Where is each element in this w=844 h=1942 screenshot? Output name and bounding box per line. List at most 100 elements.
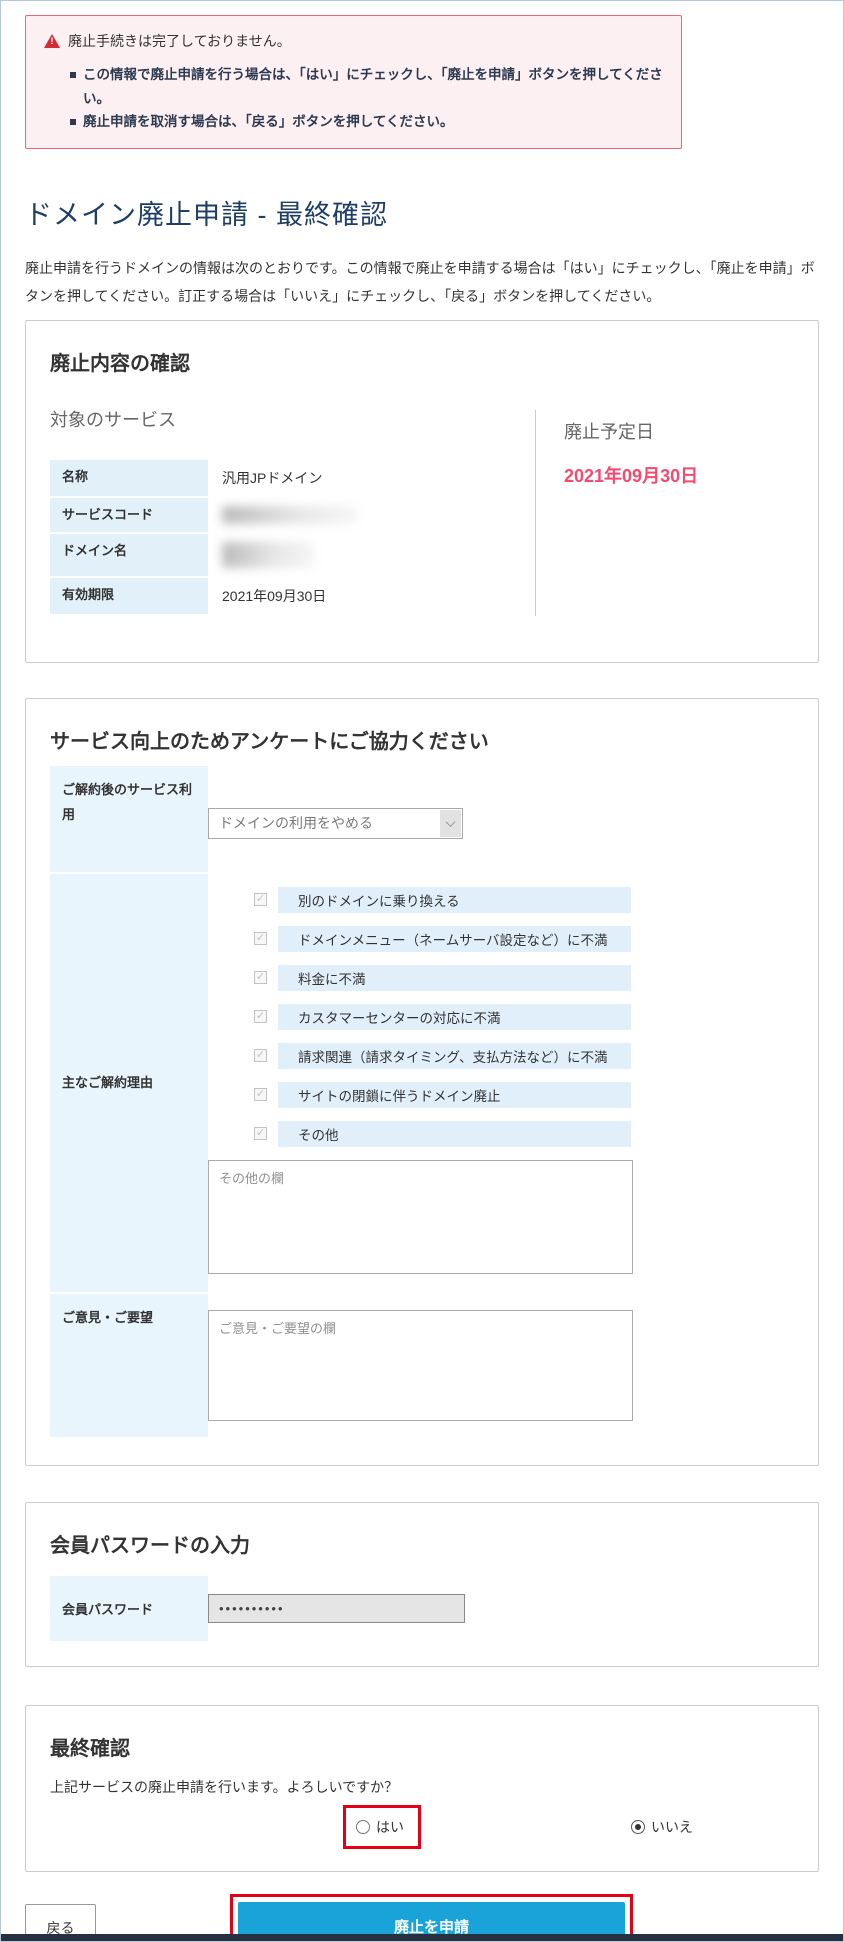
table-row: 有効期限 2021年09月30日 (50, 578, 456, 614)
radio-yes[interactable] (356, 1820, 370, 1834)
usage-select-value: ドメインの利用をやめる (209, 813, 440, 833)
bullet-square-icon (70, 72, 76, 78)
row-value-name: 汎用JPドメイン (208, 460, 456, 496)
password-row: 会員パスワード (50, 1576, 794, 1641)
final-confirm-heading: 最終確認 (50, 1732, 794, 1761)
service-info-table: 名称 汎用JPドメイン サービスコード ドメイン名 有効期限 (50, 460, 456, 614)
reason-field: ✓ 別のドメインに乗り換える ✓ ドメインメニュー（ネームサーバ設定など）に不満… (208, 874, 794, 1292)
select-arrow-box (440, 810, 461, 837)
cancel-details-box: 廃止内容の確認 対象のサービス 名称 汎用JPドメイン サービスコード (25, 320, 819, 663)
reason-option-row: ✓ 別のドメインに乗り換える (208, 887, 794, 913)
reason-option-label: 請求関連（請求タイミング、支払方法など）に不満 (278, 1043, 631, 1069)
reason-option-row: ✓ 請求関連（請求タイミング、支払方法など）に不満 (208, 1043, 794, 1069)
reason-checkbox[interactable]: ✓ (254, 932, 267, 945)
reason-checkbox[interactable]: ✓ (254, 1088, 267, 1101)
row-value-domain-name (208, 534, 456, 576)
feedback-label: ご意見・ご要望 (50, 1294, 208, 1437)
target-service-subheading: 対象のサービス (50, 406, 535, 432)
check-icon: ✓ (256, 894, 265, 905)
row-label-name: 名称 (50, 460, 208, 496)
bullet-square-icon (70, 119, 76, 125)
reason-option-row: ✓ カスタマーセンターの対応に不満 (208, 1004, 794, 1030)
reason-label: 主なご解約理由 (50, 874, 208, 1292)
reason-option-label: 別のドメインに乗り換える (278, 887, 631, 913)
alert-title-row: ! 廃止手続きは完了しておりません。 (44, 31, 663, 51)
warning-icon: ! (44, 34, 60, 48)
password-field-wrap (208, 1576, 794, 1641)
password-input[interactable] (208, 1594, 465, 1623)
page-content: ! 廃止手続きは完了しておりません。 この情報で廃止申請を行う場合は、「はい」に… (1, 1, 843, 1942)
password-box: 会員パスワードの入力 会員パスワード (25, 1502, 819, 1667)
check-icon: ✓ (256, 1089, 265, 1100)
reason-checkbox[interactable]: ✓ (254, 893, 267, 906)
radio-no[interactable] (631, 1820, 645, 1834)
reason-checkbox[interactable]: ✓ (254, 1010, 267, 1023)
alert-item-text: この情報で廃止申請を行う場合は、「はい」にチェックし、「廃止を申請」ボタンを押し… (83, 63, 663, 110)
row-value-expiry: 2021年09月30日 (208, 578, 456, 614)
survey-heading: サービス向上のためアンケートにご協力ください (50, 725, 794, 754)
reason-checkbox[interactable]: ✓ (254, 971, 267, 984)
check-icon: ✓ (256, 1128, 265, 1139)
footer-bar (1, 1934, 843, 1941)
page-description: 廃止申請を行うドメインの情報は次のとおりです。この情報で廃止を申請する場合は「は… (25, 254, 821, 310)
alert-title: 廃止手続きは完了しておりません。 (68, 31, 291, 51)
row-label-expiry: 有効期限 (50, 578, 208, 614)
row-label-service-code: サービスコード (50, 498, 208, 532)
row-label-domain-name: ドメイン名 (50, 534, 208, 576)
reason-option-label: 料金に不満 (278, 965, 631, 991)
alert-item-text: 廃止申請を取消す場合は、「戻る」ボタンを押してください。 (83, 110, 453, 134)
masked-value (222, 542, 314, 568)
table-row: サービスコード (50, 498, 456, 532)
survey-row-usage: ご解約後のサービス利用 ドメインの利用をやめる (50, 766, 794, 872)
final-confirm-box: 最終確認 上記サービスの廃止申請を行います。よろしいですか？ はい いいえ (25, 1705, 819, 1872)
check-icon: ✓ (256, 1011, 265, 1022)
scheduled-date-column: 廃止予定日 2021年09月30日 (535, 410, 698, 616)
radio-row: はい いいえ (50, 1805, 794, 1849)
survey-row-feedback: ご意見・ご要望 ご意見・ご要望の欄 (50, 1294, 794, 1437)
target-service-column: 対象のサービス 名称 汎用JPドメイン サービスコード ドメイン名 (50, 406, 535, 616)
check-icon: ✓ (256, 1050, 265, 1061)
alert-item: この情報で廃止申請を行う場合は、「はい」にチェックし、「廃止を申請」ボタンを押し… (70, 63, 663, 110)
survey-table: ご解約後のサービス利用 ドメインの利用をやめる 主なご解約理由 (50, 766, 794, 1437)
reason-option-row: ✓ 料金に不満 (208, 965, 794, 991)
reason-option-row: ✓ サイトの閉鎖に伴うドメイン廃止 (208, 1082, 794, 1108)
radio-yes-label: はい (376, 1817, 404, 1837)
reason-option-label: カスタマーセンターの対応に不満 (278, 1004, 631, 1030)
masked-value (222, 506, 357, 524)
feedback-textarea[interactable]: ご意見・ご要望の欄 (208, 1310, 633, 1421)
reason-option-row: ✓ ドメインメニュー（ネームサーバ設定など）に不満 (208, 926, 794, 952)
usage-field: ドメインの利用をやめる (208, 766, 794, 872)
alert-list: この情報で廃止申請を行う場合は、「はい」にチェックし、「廃止を申請」ボタンを押し… (70, 63, 663, 134)
check-icon: ✓ (256, 972, 265, 983)
usage-select[interactable]: ドメインの利用をやめる (208, 808, 463, 839)
no-radio-group: いいえ (631, 1817, 693, 1837)
yes-highlight-box: はい (343, 1805, 421, 1849)
row-value-service-code (208, 498, 456, 532)
survey-box: サービス向上のためアンケートにご協力ください ご解約後のサービス利用 ドメインの… (25, 698, 819, 1466)
table-row: ドメイン名 (50, 534, 456, 576)
password-heading: 会員パスワードの入力 (50, 1529, 794, 1558)
cancel-details-heading: 廃止内容の確認 (50, 347, 794, 376)
reason-option-label: サイトの閉鎖に伴うドメイン廃止 (278, 1082, 631, 1108)
page-title: ドメイン廃止申請 - 最終確認 (25, 193, 819, 232)
scheduled-date-label: 廃止予定日 (564, 418, 698, 444)
reason-option-row: ✓ その他 (208, 1121, 794, 1147)
chevron-down-icon (446, 817, 456, 827)
scheduled-date-value: 2021年09月30日 (564, 462, 698, 488)
reason-option-label: ドメインメニュー（ネームサーバ設定など）に不満 (278, 926, 631, 952)
radio-no-label: いいえ (651, 1817, 693, 1837)
check-icon: ✓ (256, 933, 265, 944)
reason-checkbox[interactable]: ✓ (254, 1127, 267, 1140)
password-label: 会員パスワード (50, 1576, 208, 1641)
alert-box: ! 廃止手続きは完了しておりません。 この情報で廃止申請を行う場合は、「はい」に… (25, 15, 682, 149)
reason-checkbox[interactable]: ✓ (254, 1049, 267, 1062)
usage-label: ご解約後のサービス利用 (50, 766, 208, 872)
cancel-details-body: 対象のサービス 名称 汎用JPドメイン サービスコード ドメイン名 (50, 406, 794, 616)
table-row: 名称 汎用JPドメイン (50, 460, 456, 496)
reason-option-label: その他 (278, 1121, 631, 1147)
other-reason-textarea[interactable]: その他の欄 (208, 1160, 633, 1274)
domain-cancel-confirm-page: ! 廃止手続きは完了しておりません。 この情報で廃止申請を行う場合は、「はい」に… (0, 0, 844, 1942)
feedback-field: ご意見・ご要望の欄 (208, 1294, 794, 1437)
survey-row-reason: 主なご解約理由 ✓ 別のドメインに乗り換える ✓ ドメインメニュー（ネームサーバ… (50, 874, 794, 1292)
final-confirm-question: 上記サービスの廃止申請を行います。よろしいですか？ (50, 1777, 794, 1797)
